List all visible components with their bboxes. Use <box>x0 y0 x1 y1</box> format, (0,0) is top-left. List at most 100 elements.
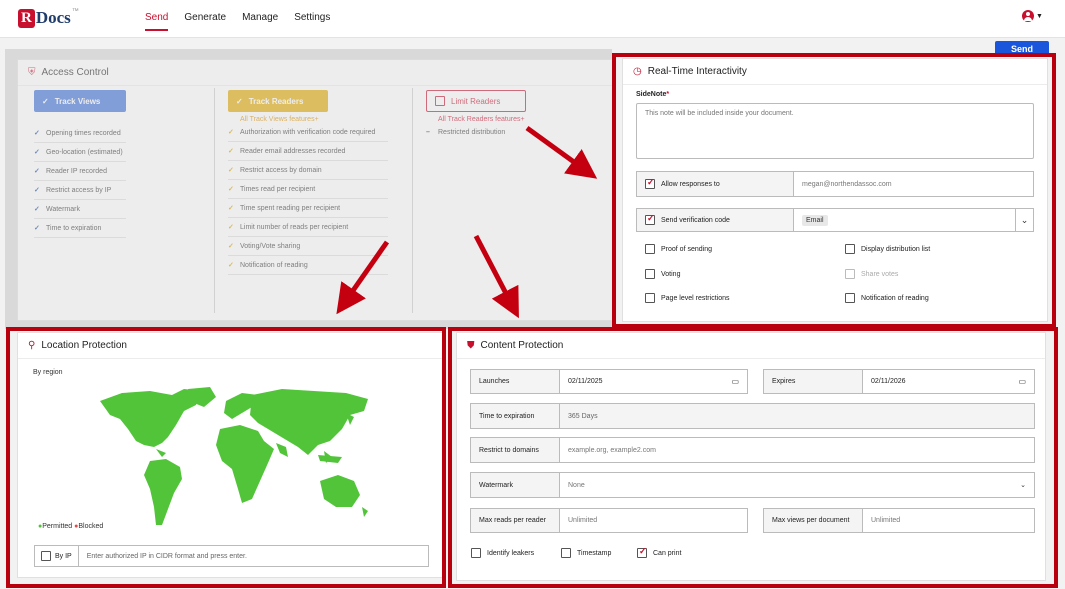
top-navbar: R Docs ™ Send Generate Manage Settings ▼ <box>0 0 1065 38</box>
feature-item: Notification of reading <box>228 256 388 275</box>
checkbox[interactable] <box>471 548 481 558</box>
option-display-distribution-list[interactable]: Display distribution list <box>845 244 930 254</box>
content-title: Content Protection <box>480 340 564 351</box>
content-header: ⛊ Content Protection <box>457 333 1045 359</box>
domains-row: Restrict to domains example.org, example… <box>470 437 1035 463</box>
clock-icon: ◷ <box>633 66 642 77</box>
caret-down-icon: ▼ <box>1036 12 1043 20</box>
limit-readers-column: Limit Readers All Track Readers features… <box>426 90 526 142</box>
map-legend: ●Permitted ●Blocked <box>38 523 104 530</box>
send-code-select[interactable]: Email ⌄ <box>794 208 1034 232</box>
check-icon: ✓ <box>236 96 243 106</box>
option-page-level-restrictions[interactable]: Page level restrictions <box>645 293 729 303</box>
max-views-label: Max views per document <box>763 508 863 533</box>
access-control-title: Access Control <box>41 67 109 78</box>
send-button[interactable]: Send <box>995 41 1049 57</box>
access-control-header: ⛨ Access Control <box>18 60 612 86</box>
track-readers-button[interactable]: ✓ Track Readers <box>228 90 328 112</box>
nav-settings[interactable]: Settings <box>294 12 330 31</box>
chevron-down-icon[interactable]: ⌄ <box>1015 209 1033 231</box>
feature-item: Times read per recipient <box>228 180 388 199</box>
logo-mark: R <box>18 8 35 28</box>
feature-item: Opening times recorded <box>34 124 126 143</box>
by-region-label: By region <box>33 369 63 376</box>
check-icon: ✓ <box>42 96 49 106</box>
track-views-button[interactable]: ✓ Track Views <box>34 90 126 112</box>
calendar-icon[interactable]: ▭ <box>731 377 739 386</box>
feature-item: Reader IP recorded <box>34 162 126 181</box>
max-reads-row: Max reads per reader Unlimited <box>470 508 748 533</box>
sidenote-textarea[interactable]: This note will be included inside your d… <box>636 103 1034 159</box>
send-code-checkbox[interactable] <box>645 213 655 225</box>
world-map[interactable] <box>92 385 382 545</box>
identify-leakers-option[interactable]: Identify leakers <box>471 548 534 558</box>
checkbox[interactable] <box>645 244 655 254</box>
access-control-card: ⛨ Access Control ✓Track Views Opening ti… <box>17 59 613 321</box>
feature-item: Time spent reading per recipient <box>228 199 388 218</box>
sidenote-label: SideNote* <box>636 91 670 98</box>
user-menu[interactable]: ▼ <box>1022 10 1043 22</box>
domains-input[interactable]: example.org, example2.com <box>560 437 1035 463</box>
watermark-select[interactable]: None ⌄ <box>560 472 1035 498</box>
time-expiration-row: Time to expiration 365 Days <box>470 403 1035 429</box>
location-protection-card: ⚲ Location Protection By region ●Permitt… <box>17 332 443 578</box>
features-link[interactable]: All Track Views features+ <box>240 116 388 123</box>
realtime-header: ◷ Real-Time Interactivity <box>623 59 1047 85</box>
max-reads-label: Max reads per reader <box>470 508 560 533</box>
limit-readers-button[interactable]: Limit Readers <box>426 90 526 112</box>
checkbox[interactable] <box>645 269 655 279</box>
expires-label: Expires <box>763 369 863 394</box>
nav-manage[interactable]: Manage <box>242 12 278 31</box>
can-print-option[interactable]: Can print <box>637 546 681 558</box>
checkbox[interactable] <box>637 546 647 558</box>
time-expiration-value: 365 Days <box>560 403 1035 429</box>
send-code-row: Send verification code Email ⌄ <box>636 208 1034 232</box>
launches-date-input[interactable]: 02/11/2025 ▭ <box>560 369 748 394</box>
allow-responses-checkbox[interactable] <box>645 177 655 189</box>
calendar-icon[interactable]: ▭ <box>1018 377 1026 386</box>
allow-responses-toggle[interactable]: Allow responses to <box>636 171 794 197</box>
expires-date-input[interactable]: 02/11/2026 ▭ <box>863 369 1035 394</box>
logo-text: Docs <box>35 8 71 27</box>
allow-responses-row: Allow responses to megan@northendassoc.c… <box>636 171 1034 197</box>
by-ip-toggle[interactable]: By IP <box>35 546 79 566</box>
user-circle-icon <box>1022 10 1034 22</box>
track-views-column: ✓Track Views Opening times recorded Geo-… <box>34 90 126 238</box>
map-pin-icon: ⚲ <box>28 340 36 351</box>
checkbox <box>845 269 855 279</box>
by-ip-checkbox[interactable] <box>41 551 51 561</box>
checkbox[interactable] <box>645 293 655 303</box>
realtime-interactivity-card: ◷ Real-Time Interactivity SideNote* This… <box>622 58 1048 322</box>
watermark-row: Watermark None ⌄ <box>470 472 1035 498</box>
rdocs-logo[interactable]: R Docs ™ <box>18 8 79 28</box>
max-views-input[interactable]: Unlimited <box>863 508 1035 533</box>
checkbox[interactable] <box>845 293 855 303</box>
access-control-icon: ⛨ <box>28 67 36 78</box>
realtime-title: Real-Time Interactivity <box>647 66 747 77</box>
watermark-label: Watermark <box>470 472 560 498</box>
feature-item: Watermark <box>34 200 126 219</box>
feature-item: Restricted distribution <box>426 123 526 142</box>
launches-label: Launches <box>470 369 560 394</box>
track-readers-column: ✓ Track Readers All Track Views features+… <box>228 90 388 275</box>
option-proof-of-sending[interactable]: Proof of sending <box>645 244 712 254</box>
nav-generate[interactable]: Generate <box>184 12 226 31</box>
feature-item: Restrict access by domain <box>228 161 388 180</box>
ip-input[interactable]: Enter authorized IP in CIDR format and p… <box>79 553 247 560</box>
content-protection-card: ⛊ Content Protection Launches 02/11/2025… <box>456 332 1046 581</box>
location-header: ⚲ Location Protection <box>18 333 442 359</box>
feature-item: Authorization with verification code req… <box>228 123 388 142</box>
send-code-toggle[interactable]: Send verification code <box>636 208 794 232</box>
email-chip[interactable]: Email <box>802 214 828 226</box>
feature-item: Limit number of reads per recipient <box>228 218 388 237</box>
features-link[interactable]: All Track Readers features+ <box>438 116 526 123</box>
option-voting[interactable]: Voting <box>645 269 680 279</box>
max-reads-input[interactable]: Unlimited <box>560 508 748 533</box>
checkbox[interactable] <box>561 548 571 558</box>
option-notification-of-reading[interactable]: Notification of reading <box>845 293 929 303</box>
nav-send[interactable]: Send <box>145 12 169 31</box>
checkbox[interactable] <box>845 244 855 254</box>
timestamp-option[interactable]: Timestamp <box>561 548 611 558</box>
allow-responses-email-input[interactable]: megan@northendassoc.com <box>794 171 1034 197</box>
feature-item: Reader email addresses recorded <box>228 142 388 161</box>
